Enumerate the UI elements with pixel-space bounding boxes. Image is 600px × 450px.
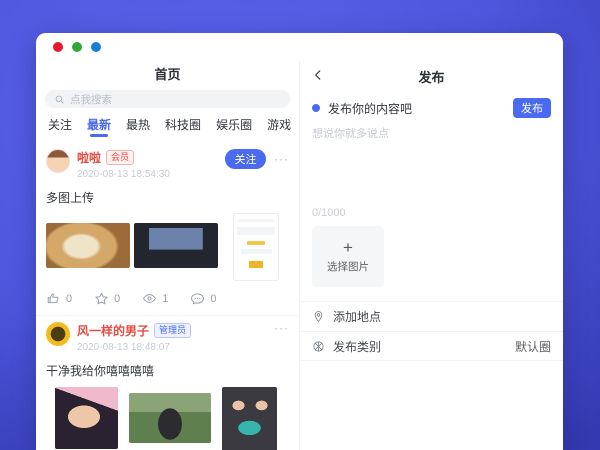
post-author-meta: 风一样的男子 管理员 2020-08-13 18:48:07 — [77, 322, 274, 353]
comment-count: 0 — [210, 293, 216, 305]
comment-button[interactable]: 0 — [190, 291, 216, 306]
post-text: 干净我给你嘻嘻嘻嘻 — [46, 362, 289, 379]
comment-icon — [190, 291, 205, 306]
tab-entertainment[interactable]: 娱乐圈 — [216, 116, 252, 137]
feed-tabs: 关注 最新 最热 科技圈 娱乐圈 游戏 — [36, 116, 299, 143]
publish-panel: 发布 发布你的内容吧 发布 想说你就多说点 0/1000 + 选择图片 — [300, 61, 563, 450]
member-badge: 会员 — [106, 150, 134, 165]
tab-follow[interactable]: 关注 — [48, 116, 72, 137]
author-name[interactable]: 啦啦 — [77, 149, 101, 166]
favorite-count: 0 — [114, 293, 120, 305]
desktop-background: 首页 点我搜索 关注 最新 最热 科技圈 娱乐圈 游戏 — [0, 0, 600, 450]
more-options-icon[interactable]: ··· — [274, 322, 289, 334]
author-name[interactable]: 风一样的男子 — [77, 322, 149, 339]
home-feed-panel: 首页 点我搜索 关注 最新 最热 科技圈 娱乐圈 游戏 — [36, 61, 300, 450]
publish-header: 发布 — [300, 61, 563, 91]
eye-icon — [142, 291, 157, 306]
publish-prompt-row: 发布你的内容吧 发布 — [300, 91, 563, 121]
more-options-icon[interactable]: ··· — [274, 153, 289, 165]
post-image-app-screenshot[interactable] — [233, 213, 279, 281]
traffic-light-zoom-icon[interactable] — [91, 42, 101, 52]
tab-hottest[interactable]: 最热 — [126, 116, 150, 137]
like-count: 0 — [66, 293, 72, 305]
content-editor-placeholder[interactable]: 想说你就多说点 — [300, 121, 563, 145]
tab-newest[interactable]: 最新 — [87, 116, 111, 137]
publish-prompt: 发布你的内容吧 — [328, 100, 513, 117]
plus-icon: + — [343, 239, 353, 256]
post-text: 多图上传 — [46, 189, 289, 206]
app-window: 首页 点我搜索 关注 最新 最热 科技圈 娱乐圈 游戏 — [36, 33, 563, 450]
feed-post: 风一样的男子 管理员 2020-08-13 18:48:07 ··· 干净我给你… — [36, 315, 299, 450]
post-timestamp: 2020-08-13 18:48:07 — [77, 342, 274, 353]
post-image-graduation-portrait[interactable] — [55, 387, 118, 449]
publish-button[interactable]: 发布 — [513, 98, 551, 118]
publish-title: 发布 — [418, 67, 444, 86]
publish-category-value: 默认圈 — [515, 338, 551, 355]
post-image-graduates-group[interactable] — [222, 387, 277, 450]
admin-badge: 管理员 — [154, 323, 191, 338]
favorite-button[interactable]: 0 — [94, 291, 120, 306]
views-count: 1 — [162, 293, 168, 305]
content-editor-area[interactable] — [300, 145, 563, 207]
char-counter: 0/1000 — [300, 207, 563, 226]
search-input[interactable]: 点我搜索 — [45, 90, 290, 108]
window-titlebar — [36, 33, 563, 61]
publish-category-label: 发布类别 — [333, 338, 507, 355]
window-content: 首页 点我搜索 关注 最新 最热 科技圈 娱乐圈 游戏 — [36, 61, 563, 450]
location-pin-icon — [312, 310, 325, 323]
search-icon — [54, 94, 65, 105]
image-picker-label: 选择图片 — [327, 259, 369, 274]
post-image-campus-lawn[interactable] — [129, 393, 211, 443]
post-author-meta: 啦啦 会员 2020-08-13 18:54:30 — [77, 149, 225, 180]
avatar[interactable] — [46, 322, 70, 346]
page-title: 首页 — [36, 61, 299, 89]
category-icon — [312, 340, 325, 353]
post-actions: 0 0 1 — [46, 291, 289, 306]
post-header: 啦啦 会员 2020-08-13 18:54:30 关注 ··· — [46, 149, 289, 180]
post-image-grid — [46, 386, 289, 450]
add-location-label: 添加地点 — [333, 308, 543, 325]
thumb-up-icon — [46, 291, 61, 306]
traffic-light-minimize-icon[interactable] — [72, 42, 82, 52]
tab-tech[interactable]: 科技圈 — [165, 116, 201, 137]
follow-button[interactable]: 关注 — [225, 149, 266, 169]
feed-post: 啦啦 会员 2020-08-13 18:54:30 关注 ··· 多图上传 — [36, 143, 299, 306]
post-image-grid — [46, 213, 289, 281]
post-timestamp: 2020-08-13 18:54:30 — [77, 169, 225, 180]
search-placeholder: 点我搜索 — [70, 92, 112, 107]
views-indicator[interactable]: 1 — [142, 291, 168, 306]
bullet-dot-icon — [312, 104, 320, 112]
post-image-food-bowl[interactable] — [46, 223, 130, 268]
traffic-light-close-icon[interactable] — [53, 42, 63, 52]
add-location-row[interactable]: 添加地点 — [300, 301, 563, 331]
like-button[interactable]: 0 — [46, 291, 72, 306]
avatar[interactable] — [46, 149, 70, 173]
back-chevron-icon[interactable] — [311, 68, 325, 82]
star-icon — [94, 291, 109, 306]
publish-category-row[interactable]: 发布类别 默认圈 — [300, 331, 563, 361]
image-picker-button[interactable]: + 选择图片 — [312, 226, 384, 287]
tab-games[interactable]: 游戏 — [267, 116, 291, 137]
post-image-desk-setup[interactable] — [134, 223, 218, 268]
post-header: 风一样的男子 管理员 2020-08-13 18:48:07 ··· — [46, 322, 289, 353]
